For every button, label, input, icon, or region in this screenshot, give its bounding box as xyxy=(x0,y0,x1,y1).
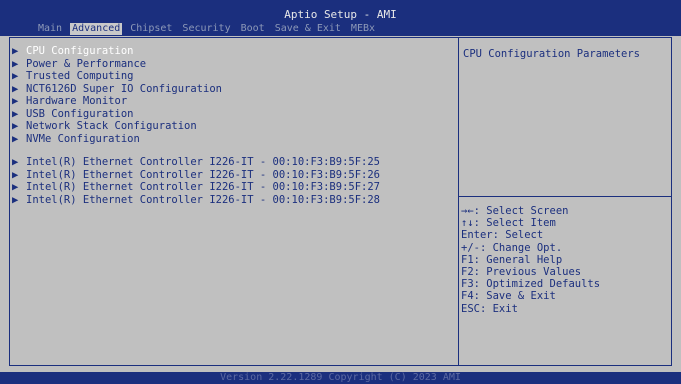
menu-item-label: Intel(R) Ethernet Controller I226-IT - 0… xyxy=(26,193,381,206)
submenu-arrow-icon: ▶ xyxy=(12,181,19,193)
tab-save-exit[interactable]: Save & Exit xyxy=(273,23,343,35)
menu-item-cpu-configuration[interactable]: ▶ CPU Configuration xyxy=(12,45,133,57)
help-description: CPU Configuration Parameters xyxy=(463,48,641,60)
menu-item-label: NCT6126D Super IO Configuration xyxy=(26,82,222,95)
tab-boot[interactable]: Boot xyxy=(239,23,267,35)
submenu-arrow-icon: ▶ xyxy=(12,82,19,95)
menu-item-label: Intel(R) Ethernet Controller I226-IT - 0… xyxy=(26,156,381,168)
tab-advanced[interactable]: Advanced xyxy=(70,23,123,35)
key-legend: →←: Select Screen ↑↓: Select Item Enter:… xyxy=(461,205,600,315)
menu-item-ethernet-controller-25[interactable]: ▶ Intel(R) Ethernet Controller I226-IT - … xyxy=(12,156,380,168)
tab-main[interactable]: Main xyxy=(36,23,64,35)
menu-item-label: Power & Performance xyxy=(26,57,147,70)
menu-item-label: CPU Configuration xyxy=(26,45,134,57)
menu-item-label: Hardware Monitor xyxy=(26,95,128,107)
settings-menu-panel: ▶ CPU Configuration ▶ Power & Performance … xyxy=(9,37,459,366)
menu-item-nvme-configuration[interactable]: ▶ NVMe Configuration xyxy=(12,133,140,145)
submenu-arrow-icon: ▶ xyxy=(12,120,19,132)
menu-item-label: Trusted Computing xyxy=(26,70,134,82)
key-hint-f4: F4: Save & Exit xyxy=(461,290,556,303)
tab-mebx[interactable]: MEBx xyxy=(349,23,377,35)
menu-item-label: USB Configuration xyxy=(26,107,134,120)
menu-item-ethernet-controller-27[interactable]: ▶ Intel(R) Ethernet Controller I226-IT - … xyxy=(12,181,380,193)
menu-item-hardware-monitor[interactable]: ▶ Hardware Monitor xyxy=(12,95,127,107)
submenu-arrow-icon: ▶ xyxy=(12,193,19,206)
version-footer: Version 2.22.1289 Copyright (C) 2023 AMI xyxy=(0,372,681,384)
menu-item-super-io-configuration[interactable]: ▶ NCT6126D Super IO Configuration xyxy=(12,83,222,95)
menu-item-network-stack-configuration[interactable]: ▶ Network Stack Configuration xyxy=(12,120,197,132)
tab-security[interactable]: Security xyxy=(180,23,232,35)
key-hint-change-opt: +/-: Change Opt. xyxy=(461,241,563,254)
key-hint-f1: F1: General Help xyxy=(461,253,563,266)
key-hint-select-screen: →←: Select Screen xyxy=(461,205,569,217)
menu-item-label: Intel(R) Ethernet Controller I226-IT - 0… xyxy=(26,168,381,181)
app-title: Aptio Setup - AMI xyxy=(284,8,397,21)
header-bar: Aptio Setup - AMI Main Advanced Chipset … xyxy=(0,0,681,36)
key-hint-enter: Enter: Select xyxy=(461,229,544,242)
submenu-arrow-icon: ▶ xyxy=(12,70,19,82)
menu-item-usb-configuration[interactable]: ▶ USB Configuration xyxy=(12,108,133,120)
menu-item-label: Network Stack Configuration xyxy=(26,120,197,132)
menu-item-ethernet-controller-28[interactable]: ▶ Intel(R) Ethernet Controller I226-IT - … xyxy=(12,194,380,206)
menu-item-label: Intel(R) Ethernet Controller I226-IT - 0… xyxy=(26,181,381,193)
tab-bar: Main Advanced Chipset Security Boot Save… xyxy=(36,23,377,35)
menu-item-trusted-computing[interactable]: ▶ Trusted Computing xyxy=(12,70,133,82)
submenu-arrow-icon: ▶ xyxy=(12,95,19,107)
submenu-arrow-icon: ▶ xyxy=(12,168,19,181)
help-panel: CPU Configuration Parameters →←: Select … xyxy=(459,37,672,366)
submenu-arrow-icon: ▶ xyxy=(12,45,19,57)
menu-item-ethernet-controller-26[interactable]: ▶ Intel(R) Ethernet Controller I226-IT - … xyxy=(12,169,380,181)
submenu-arrow-icon: ▶ xyxy=(12,107,19,120)
tab-chipset[interactable]: Chipset xyxy=(128,23,174,35)
menu-item-label: NVMe Configuration xyxy=(26,132,140,145)
submenu-arrow-icon: ▶ xyxy=(12,57,19,70)
menu-item-power-performance[interactable]: ▶ Power & Performance xyxy=(12,58,146,70)
submenu-arrow-icon: ▶ xyxy=(12,132,19,145)
key-hint-esc: ESC: Exit xyxy=(461,302,518,315)
submenu-arrow-icon: ▶ xyxy=(12,156,19,168)
key-hint-select-item: ↑↓: Select Item xyxy=(461,217,556,230)
key-hint-f2: F2: Previous Values xyxy=(461,265,582,278)
help-divider xyxy=(459,196,672,197)
key-hint-f3: F3: Optimized Defaults xyxy=(461,278,601,291)
